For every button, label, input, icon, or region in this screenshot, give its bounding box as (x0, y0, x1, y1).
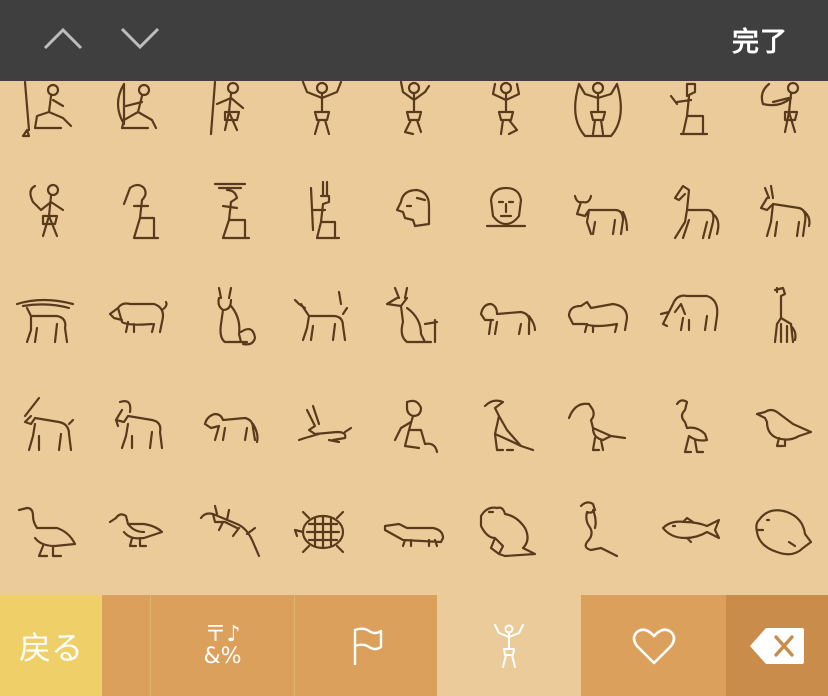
delete-icon (750, 627, 804, 664)
small-bird-glyph[interactable] (742, 387, 822, 467)
turtle-glyph[interactable] (282, 491, 362, 571)
cobra-glyph[interactable] (558, 491, 638, 571)
symbols-label-line1: 〒♪ (204, 621, 241, 647)
crocodile-glyph[interactable] (374, 491, 454, 571)
top-toolbar: 完了 (0, 0, 828, 81)
donkey-glyph[interactable] (742, 173, 822, 253)
tab-spacer (102, 595, 150, 696)
kneeling-archer-glyph[interactable] (97, 81, 177, 151)
baboon-glyph[interactable] (190, 387, 270, 467)
man-with-club-glyph[interactable] (6, 173, 86, 253)
ibis-glyph[interactable] (558, 387, 638, 467)
god-with-feathers-glyph[interactable] (190, 173, 270, 253)
dancing-man-glyph[interactable] (374, 81, 454, 151)
man-with-rope-glyph[interactable] (558, 81, 638, 151)
tab-flags[interactable] (294, 595, 438, 696)
back-label: 戻る (18, 628, 83, 667)
elephant-glyph[interactable] (650, 277, 730, 357)
hippopotamus-glyph[interactable] (558, 277, 638, 357)
chevron-up-icon (43, 27, 83, 50)
hare-glyph[interactable] (282, 387, 362, 467)
tab-people[interactable] (437, 595, 581, 696)
ibex-long-horns-glyph[interactable] (6, 277, 86, 357)
giraffe-glyph[interactable] (742, 277, 822, 357)
symbols-icon: 〒♪ &% (203, 621, 242, 669)
seated-cat-glyph[interactable] (190, 277, 270, 357)
man-with-staff-glyph[interactable] (190, 81, 270, 151)
frog-glyph[interactable] (466, 491, 546, 571)
seated-jackal-glyph[interactable] (374, 277, 454, 357)
bull-glyph[interactable] (558, 173, 638, 253)
pufferfish-glyph[interactable] (742, 491, 822, 571)
horse-glyph[interactable] (650, 173, 730, 253)
man-with-fan-glyph[interactable] (742, 81, 822, 151)
hieroglyph-grid (0, 81, 828, 595)
chevron-down-icon (120, 27, 160, 50)
lion-cub-glyph[interactable] (466, 277, 546, 357)
person-icon (494, 623, 524, 668)
done-button[interactable]: 完了 (732, 20, 788, 59)
symbols-label-line2: &% (203, 643, 242, 669)
heart-icon (632, 627, 675, 664)
flag-icon (353, 627, 382, 665)
head-front-glyph[interactable] (466, 173, 546, 253)
back-button[interactable]: 戻る (0, 595, 102, 696)
ibis-headed-god-glyph[interactable] (97, 173, 177, 253)
keyboard-tab-bar: 戻る 〒♪ &% (0, 595, 828, 696)
tab-symbols[interactable]: 〒♪ &% (150, 595, 294, 696)
dancing-man-2-glyph[interactable] (466, 81, 546, 151)
duck-glyph[interactable] (97, 491, 177, 571)
previous-button[interactable] (40, 18, 86, 58)
goat-glyph[interactable] (97, 387, 177, 467)
next-button[interactable] (117, 18, 163, 58)
vulture-glyph[interactable] (466, 387, 546, 467)
goose-glyph[interactable] (6, 491, 86, 571)
seated-monkey-glyph[interactable] (374, 387, 454, 467)
lizard-glyph[interactable] (190, 491, 270, 571)
man-arms-raised-glyph[interactable] (282, 81, 362, 151)
god-with-crown-glyph[interactable] (282, 173, 362, 253)
head-profile-glyph[interactable] (374, 173, 454, 253)
pig-glyph[interactable] (97, 277, 177, 357)
kneeling-man-with-staff-glyph[interactable] (6, 81, 86, 151)
tab-favorites[interactable] (581, 595, 726, 696)
delete-button[interactable] (726, 595, 828, 696)
oryx-glyph[interactable] (6, 387, 86, 467)
fish-glyph[interactable] (650, 491, 730, 571)
flamingo-glyph[interactable] (650, 387, 730, 467)
gazelle-glyph[interactable] (282, 277, 362, 357)
seated-god-glyph[interactable] (650, 81, 730, 151)
